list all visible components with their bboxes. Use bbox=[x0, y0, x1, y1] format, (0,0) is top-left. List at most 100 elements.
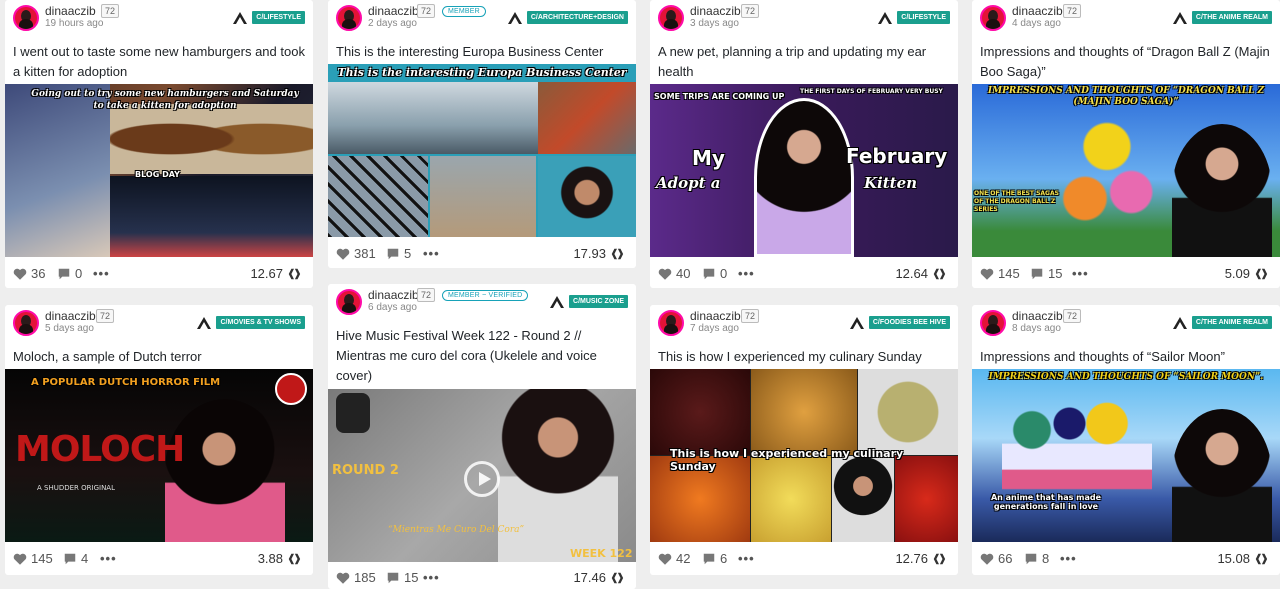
avatar[interactable] bbox=[658, 5, 684, 31]
comment-button[interactable]: 6 bbox=[702, 551, 727, 566]
comment-button[interactable]: 15 bbox=[386, 570, 418, 585]
community-tag[interactable]: C/ARCHITECTURE+DESIGN bbox=[526, 11, 628, 24]
community-link[interactable]: C/MOVIES & TV SHOWS bbox=[197, 315, 305, 330]
community-icon bbox=[233, 12, 247, 24]
author-name[interactable]: dinaaczib bbox=[45, 309, 96, 323]
post-time[interactable]: 7 days ago bbox=[690, 323, 739, 334]
community-link[interactable]: C/LIFESTYLE bbox=[878, 10, 950, 25]
post-card[interactable]: dinaaczib 72 MEMBER 2 days ago C/ARCHITE… bbox=[328, 0, 636, 268]
comment-button[interactable]: 8 bbox=[1024, 551, 1049, 566]
payout[interactable]: 3.88 bbox=[258, 551, 305, 566]
community-tag[interactable]: C/THE ANIME REALM bbox=[1191, 11, 1272, 24]
like-button[interactable]: 145 bbox=[13, 551, 53, 566]
post-thumbnail[interactable]: ROUND 2 “Mientras Me Curo Del Cora” WEEK… bbox=[328, 389, 636, 562]
more-icon[interactable]: ••• bbox=[738, 266, 755, 281]
avatar[interactable] bbox=[336, 5, 362, 31]
community-tag[interactable]: C/MOVIES & TV SHOWS bbox=[216, 316, 305, 329]
comment-button[interactable]: 15 bbox=[1030, 266, 1062, 281]
avatar[interactable] bbox=[658, 310, 684, 336]
community-tag[interactable]: C/MUSIC ZONE bbox=[569, 295, 628, 308]
post-title[interactable]: A new pet, planning a trip and updating … bbox=[650, 40, 958, 82]
post-time[interactable]: 5 days ago bbox=[45, 323, 94, 334]
post-time[interactable]: 2 days ago bbox=[368, 18, 417, 29]
post-card[interactable]: dinaaczib 72 5 days ago C/MOVIES & TV SH… bbox=[5, 305, 313, 575]
avatar[interactable] bbox=[980, 310, 1006, 336]
comment-button[interactable]: 0 bbox=[702, 266, 727, 281]
community-link[interactable]: C/ARCHITECTURE+DESIGN bbox=[508, 10, 628, 25]
post-title[interactable]: I went out to taste some new hamburgers … bbox=[5, 40, 313, 82]
community-link[interactable]: C/FOODIES BEE HIVE bbox=[850, 315, 950, 330]
comment-button[interactable]: 5 bbox=[386, 246, 411, 261]
author-name[interactable]: dinaaczib bbox=[368, 4, 419, 18]
community-link[interactable]: C/THE ANIME REALM bbox=[1173, 10, 1272, 25]
payout[interactable]: 5.09 bbox=[1225, 266, 1272, 281]
payout[interactable]: 12.76 bbox=[895, 551, 950, 566]
post-thumbnail[interactable]: IMPRESSIONS AND THOUGHTS OF “DRAGON BALL… bbox=[972, 84, 1280, 257]
payout[interactable]: 12.67 bbox=[250, 266, 305, 281]
post-thumbnail[interactable]: SOME TRIPS ARE COMING UP THE FIRST DAYS … bbox=[650, 84, 958, 257]
post-title[interactable]: This is the interesting Europa Business … bbox=[328, 40, 636, 62]
post-thumbnail[interactable]: This is how I experienced my culinary Su… bbox=[650, 369, 958, 542]
like-button[interactable]: 40 bbox=[658, 266, 690, 281]
play-icon[interactable] bbox=[464, 461, 500, 497]
post-title[interactable]: Moloch, a sample of Dutch terror bbox=[5, 345, 313, 367]
post-title[interactable]: Impressions and thoughts of “Sailor Moon… bbox=[972, 345, 1280, 367]
community-tag[interactable]: C/LIFESTYLE bbox=[252, 11, 305, 24]
payout-value: 17.93 bbox=[573, 246, 606, 261]
like-button[interactable]: 145 bbox=[980, 266, 1020, 281]
more-icon[interactable]: ••• bbox=[738, 551, 755, 566]
post-title[interactable]: Impressions and thoughts of “Dragon Ball… bbox=[972, 40, 1280, 82]
author-name[interactable]: dinaaczib bbox=[1012, 309, 1063, 323]
payout[interactable]: 12.64 bbox=[895, 266, 950, 281]
like-button[interactable]: 42 bbox=[658, 551, 690, 566]
post-card[interactable]: dinaaczib 72 3 days ago C/LIFESTYLE A ne… bbox=[650, 0, 958, 288]
post-time[interactable]: 6 days ago bbox=[368, 302, 417, 313]
payout[interactable]: 15.08 bbox=[1217, 551, 1272, 566]
post-time[interactable]: 19 hours ago bbox=[45, 18, 103, 29]
author-name[interactable]: dinaaczib bbox=[690, 4, 741, 18]
avatar[interactable] bbox=[13, 5, 39, 31]
card-footer: 145 4 ••• 3.88 bbox=[5, 543, 313, 573]
more-icon[interactable]: ••• bbox=[423, 246, 440, 261]
avatar[interactable] bbox=[13, 310, 39, 336]
community-link[interactable]: C/THE ANIME REALM bbox=[1173, 315, 1272, 330]
post-title[interactable]: Hive Music Festival Week 122 - Round 2 /… bbox=[328, 324, 636, 386]
like-button[interactable]: 66 bbox=[980, 551, 1012, 566]
comment-button[interactable]: 4 bbox=[63, 551, 88, 566]
author-name[interactable]: dinaaczib bbox=[45, 4, 96, 18]
community-tag[interactable]: C/FOODIES BEE HIVE bbox=[868, 316, 950, 329]
community-link[interactable]: C/LIFESTYLE bbox=[233, 10, 305, 25]
like-button[interactable]: 381 bbox=[336, 246, 376, 261]
post-thumbnail[interactable]: This is the interesting Europa Business … bbox=[328, 64, 636, 237]
community-link[interactable]: C/MUSIC ZONE bbox=[550, 294, 628, 309]
post-thumbnail[interactable]: A POPULAR DUTCH HORROR FILM MOLOCH A SHU… bbox=[5, 369, 313, 542]
post-card[interactable]: dinaaczib 72 MEMBER ~ VERIFIED 6 days ag… bbox=[328, 284, 636, 589]
more-icon[interactable]: ••• bbox=[93, 266, 110, 281]
community-tag[interactable]: C/LIFESTYLE bbox=[897, 11, 950, 24]
comment-button[interactable]: 0 bbox=[57, 266, 82, 281]
community-tag[interactable]: C/THE ANIME REALM bbox=[1191, 316, 1272, 329]
like-button[interactable]: 185 bbox=[336, 570, 376, 585]
avatar[interactable] bbox=[336, 289, 362, 315]
post-card[interactable]: dinaaczib 72 4 days ago C/THE ANIME REAL… bbox=[972, 0, 1280, 288]
more-icon[interactable]: ••• bbox=[100, 551, 117, 566]
post-card[interactable]: dinaaczib 72 7 days ago C/FOODIES BEE HI… bbox=[650, 305, 958, 575]
more-icon[interactable]: ••• bbox=[423, 570, 440, 585]
post-time[interactable]: 3 days ago bbox=[690, 18, 739, 29]
post-thumbnail[interactable]: Going out to try some new hamburgers and… bbox=[5, 84, 313, 257]
post-card[interactable]: dinaaczib 72 19 hours ago C/LIFESTYLE I … bbox=[5, 0, 313, 288]
post-time[interactable]: 4 days ago bbox=[1012, 18, 1061, 29]
post-title[interactable]: This is how I experienced my culinary Su… bbox=[650, 345, 958, 367]
post-time[interactable]: 8 days ago bbox=[1012, 323, 1061, 334]
author-name[interactable]: dinaaczib bbox=[690, 309, 741, 323]
author-name[interactable]: dinaaczib bbox=[368, 288, 419, 302]
post-card[interactable]: dinaaczib 72 8 days ago C/THE ANIME REAL… bbox=[972, 305, 1280, 575]
payout[interactable]: 17.46 bbox=[573, 570, 628, 585]
avatar[interactable] bbox=[980, 5, 1006, 31]
more-icon[interactable]: ••• bbox=[1072, 266, 1089, 281]
payout[interactable]: 17.93 bbox=[573, 246, 628, 261]
like-button[interactable]: 36 bbox=[13, 266, 45, 281]
author-name[interactable]: dinaaczib bbox=[1012, 4, 1063, 18]
post-thumbnail[interactable]: IMPRESSIONS AND THOUGHTS OF “SAILOR MOON… bbox=[972, 369, 1280, 542]
more-icon[interactable]: ••• bbox=[1060, 551, 1077, 566]
